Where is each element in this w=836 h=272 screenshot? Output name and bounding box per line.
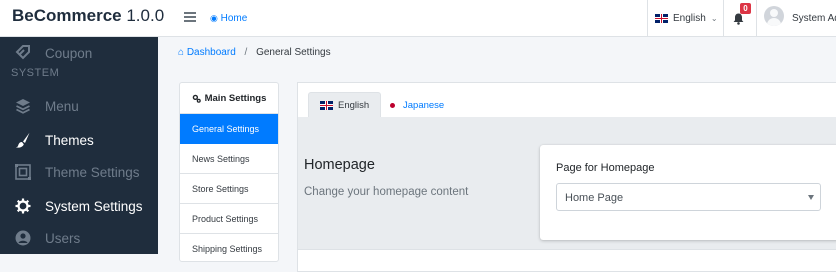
home-link[interactable]: ◉ Home [210,13,247,24]
sidebar-item-users[interactable]: Users [0,224,158,252]
section-description: Change your homepage content [304,186,469,198]
sidebar-item-menu[interactable]: Menu [0,92,158,120]
language-dropdown[interactable]: English ⌄ [655,13,718,24]
sidebar-section-header: SYSTEM [11,67,60,79]
tab-label: Japanese [403,99,445,111]
sidebar-item-label: Users [45,230,81,246]
tab-label: English [338,100,370,111]
avatar[interactable] [764,6,784,26]
brush-icon [15,132,30,148]
gear-icon [15,198,31,214]
settings-nav: Main Settings General Settings News Sett… [179,82,279,262]
brand-version: 1.0.0 [126,6,165,25]
settings-nav-item-general[interactable]: General Settings [180,114,278,144]
settings-nav-item-news[interactable]: News Settings [180,144,278,174]
settings-nav-item-store[interactable]: Store Settings [180,174,278,204]
uk-flag-icon [655,14,668,23]
notification-badge: 0 [740,3,751,14]
sidebar-item-label: System Settings [45,198,143,214]
sidebar-item-label: Coupon [45,45,93,61]
user-name[interactable]: System Ad [792,13,836,24]
homepage-select-value: Home Page [565,192,624,204]
homepage-select[interactable]: Home Page [556,183,821,211]
settings-card: English Japanese Homepage Change your ho… [297,82,836,272]
breadcrumb-separator: / [244,47,248,58]
breadcrumb: ⌂ Dashboard / General Settings [178,47,331,58]
language-label: English [673,13,706,24]
language-tabs: English Japanese [298,83,836,118]
brand-name: BeCommerce [12,6,122,25]
section-title: Homepage [304,157,375,173]
breadcrumb-dashboard-link[interactable]: ⌂ Dashboard [178,47,239,58]
settings-nav-item-shipping[interactable]: Shipping Settings [180,234,278,261]
japan-flag-icon [387,101,398,109]
navbar-divider [756,0,757,37]
tab-english[interactable]: English [308,92,382,118]
tag-icon [15,45,30,60]
breadcrumb-root-label: Dashboard [186,47,236,58]
layers-icon [16,99,30,114]
bell-icon[interactable] [733,13,744,25]
caret-down-icon [808,195,814,200]
brand-logo[interactable]: BeCommerce 1.0.0 [12,6,164,26]
home-link-label: Home [220,13,248,24]
homepage-field-card: Page for Homepage Home Page [540,145,836,240]
menu-toggle-icon[interactable] [184,12,196,22]
breadcrumb-current: General Settings [256,47,331,58]
tab-japanese[interactable]: Japanese [376,92,455,118]
homepage-field-label: Page for Homepage [556,162,655,174]
sidebar-item-system-settings[interactable]: System Settings [0,192,158,220]
sidebar-item-label: Themes [45,132,94,148]
sidebar-item-themes[interactable]: Themes [0,126,158,154]
gears-icon [192,94,201,103]
sidebar-item-label: Menu [45,98,79,114]
uk-flag-icon [320,101,333,110]
settings-nav-header-label: Main Settings [204,92,267,104]
settings-nav-header: Main Settings [180,83,278,114]
tab-content: Homepage Change your homepage content Pa… [298,117,836,249]
theme-settings-icon [15,164,31,180]
sidebar-item-theme-settings[interactable]: Theme Settings [0,158,158,186]
card-divider [298,249,836,250]
users-icon [15,230,31,246]
sidebar-item-label: Theme Settings [45,164,140,180]
sidebar-item-coupon[interactable]: Coupon [0,39,158,67]
eye-icon: ◉ [210,13,218,23]
navbar-divider [647,0,648,37]
content-header: ⌂ Dashboard / General Settings [158,37,836,69]
top-navbar: BeCommerce 1.0.0 ◉ Home English ⌄ 0 Syst… [0,0,836,37]
chevron-down-icon: ⌄ [710,14,718,23]
settings-nav-item-product[interactable]: Product Settings [180,204,278,234]
navbar-divider [723,0,724,37]
sidebar: Coupon SYSTEM Menu Themes Theme Settings [0,37,158,254]
home-icon: ⌂ [178,47,185,58]
